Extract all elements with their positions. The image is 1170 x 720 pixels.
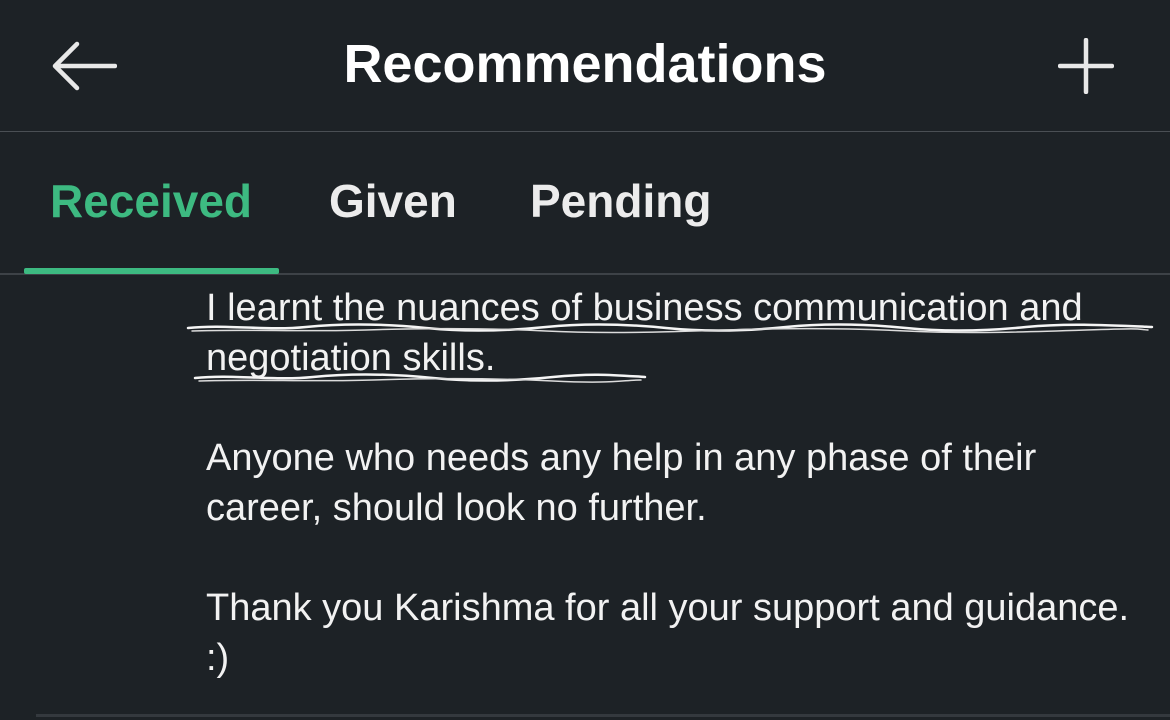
recommendation-paragraph: Thank you Karishma for all your support … [206,587,1130,679]
active-tab-indicator [24,268,279,274]
plus-icon [1058,38,1114,94]
arrow-left-icon [52,41,117,91]
tab-pending[interactable]: Pending [530,171,711,231]
tab-received[interactable]: Received [50,171,252,231]
add-recommendation-button[interactable] [1046,30,1126,102]
recommendation-paragraph: Anyone who needs any help in any phase o… [206,437,1037,529]
back-button[interactable] [44,30,124,102]
page-title: Recommendations [343,34,827,94]
divider [36,714,1170,717]
top-app-bar: Recommendations [0,0,1170,132]
tab-given[interactable]: Given [329,171,457,231]
recommendation-text: I learnt the nuances of business communi… [0,277,1170,720]
tab-bar: Received Given Pending [0,133,1170,275]
recommendations-screen: Recommendations Received Given Pending I… [0,0,1170,720]
recommendation-paragraph: I learnt the nuances of business communi… [206,287,1083,379]
